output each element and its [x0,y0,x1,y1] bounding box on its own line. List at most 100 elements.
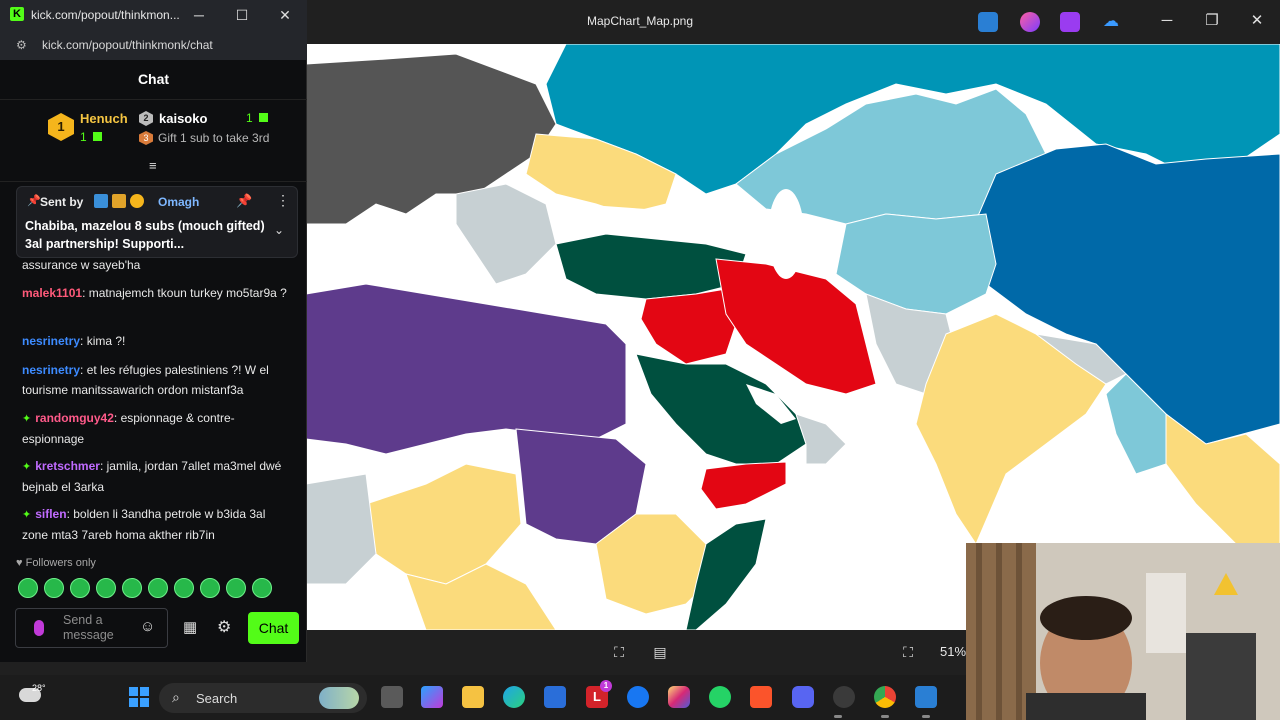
message-username[interactable]: randomguy42 [35,411,114,425]
minimize-icon[interactable]: ─ [189,5,209,25]
task-view-icon[interactable] [381,686,403,708]
leader-1-name[interactable]: Henuch [80,111,128,126]
emoji-icon[interactable]: ☺ [140,618,155,635]
photos-icon[interactable] [915,686,937,708]
gift-icon [259,113,269,122]
pinned-sent-by: Sent by [40,195,84,209]
running-indicator [834,715,842,718]
whatsapp-icon[interactable] [709,686,731,708]
emote-icon[interactable] [18,578,38,598]
subscriber-badge-icon: ✦ [22,461,32,473]
chat-message: malek1101: matnajemch tkoun turkey mo5ta… [22,286,287,300]
url-text[interactable]: kick.com/popout/thinkmonk/chat [42,38,213,52]
moderator-badge-icon [94,194,108,208]
emote-icon[interactable] [122,578,142,598]
message-username[interactable]: siflen [35,507,66,521]
crown-badge-icon [112,194,126,208]
chevron-down-icon[interactable]: ⌄ [274,223,284,237]
kick-chat-window: K kick.com/popout/thinkmon... ─ ☐ ✕ ⚙ ki… [0,0,307,662]
onedrive-icon[interactable]: ☁ [1101,12,1121,32]
pinned-username[interactable]: Omagh [158,195,199,209]
close-icon[interactable]: ✕ [275,5,295,25]
rank-2-badge-icon: 2 [139,111,153,126]
leader-2-count-value: 1 [246,111,253,125]
emote-icon[interactable] [96,578,116,598]
chat-message: nesrinetry: kima ?! [22,334,126,348]
facebook-icon[interactable] [627,686,649,708]
emote-icon[interactable] [70,578,90,598]
chrome-icon[interactable] [874,686,896,708]
emote-icon[interactable] [252,578,272,598]
fit-screen-icon[interactable]: ⛶ [898,642,918,662]
emote-icon[interactable] [200,578,220,598]
scan-icon[interactable]: ⛶ [609,642,629,662]
chat-window-title: kick.com/popout/thinkmon... [31,8,180,22]
emote-icon[interactable] [174,578,194,598]
zoom-level[interactable]: 51% [940,644,966,659]
microphone-icon[interactable] [34,620,44,636]
gift-icon [93,132,103,141]
search-icon: ⌕ [172,689,180,705]
minimize-icon[interactable]: ─ [1156,10,1178,32]
windows-start-icon[interactable] [129,687,149,707]
chat-message: ✦ kretschmer: jamila, jordan 7allet ma3me… [22,459,282,494]
site-settings-icon[interactable]: ⚙ [16,38,27,52]
chat-message-list: assurance w sayeb'ha malek1101: matnajem… [0,258,307,546]
store-icon[interactable]: ▦ [183,618,197,636]
running-indicator [922,715,930,718]
chat-message: nesrinetry: et les réfugies palestiniens… [22,363,269,397]
taskbar-search[interactable]: ⌕ Search [159,683,367,713]
message-username[interactable]: nesrinetry [22,363,80,377]
lenovo-app-icon[interactable]: L 1 [586,680,612,708]
leader-1-count-value: 1 [80,130,87,144]
expand-icon[interactable]: ≡ [149,158,157,173]
chat-message: ✦ randomguy42: espionnage & contre-espion… [22,411,235,446]
url-bar[interactable]: ⚙ kick.com/popout/thinkmonk/chat [0,30,307,60]
edit-app-icon[interactable] [978,12,998,32]
windows-taskbar: 28° ⌕ Search L 1 [0,675,966,720]
leader-2-count: 1 [246,111,269,125]
unpin-icon[interactable]: 📌 [236,193,252,209]
leader-2-name[interactable]: kaisoko [159,111,207,126]
more-options-icon[interactable]: ⋮ [276,192,290,209]
emote-icon[interactable] [148,578,168,598]
microsoft-store-icon[interactable] [544,686,566,708]
followers-only-notice: ♥ Followers only [16,557,96,569]
subscriber-badge-icon: ✦ [22,413,32,425]
message-username[interactable]: nesrinetry [22,334,80,348]
message-username[interactable]: malek1101 [22,286,82,300]
brave-icon[interactable] [750,686,772,708]
gift-prompt[interactable]: Gift 1 sub to take 3rd [158,131,269,145]
emote-icon[interactable] [226,578,246,598]
message-input[interactable]: Send a message ☺ [15,608,168,648]
close-icon[interactable]: ✕ [1246,10,1268,32]
chat-titlebar: K kick.com/popout/thinkmon... ─ ☐ ✕ [0,0,307,30]
emote-bar [16,578,296,600]
emote-icon[interactable] [44,578,64,598]
message-text: assurance w sayeb'ha [22,258,141,272]
pin-icon: 📌 [27,195,41,207]
designer-app-icon[interactable] [1020,12,1040,32]
chat-message: assurance w sayeb'ha [22,258,290,275]
send-chat-button[interactable]: Chat [248,612,299,644]
rank-1-badge-icon: 1 [48,113,74,141]
message-username[interactable]: kretschmer [35,459,100,473]
weather-temperature[interactable]: 28° [32,683,46,693]
subscriber-badge-icon: ✦ [22,509,32,521]
gifter-badge-icon [130,194,144,208]
message-input-placeholder[interactable]: Send a message [63,613,133,643]
gear-icon[interactable]: ⚙ [217,617,231,637]
restore-icon[interactable]: ❐ [1201,10,1223,32]
leader-1-count: 1 [80,130,103,144]
file-explorer-icon[interactable] [462,686,484,708]
followers-only-label: Followers only [25,557,96,569]
clipchamp-icon[interactable] [1060,12,1080,32]
edge-icon[interactable] [503,686,525,708]
text-select-icon[interactable]: ▤ [650,642,670,662]
microsoft-365-icon[interactable] [421,686,443,708]
obs-icon[interactable] [833,686,855,708]
maximize-icon[interactable]: ☐ [232,5,252,25]
instagram-icon[interactable] [668,686,690,708]
discord-icon[interactable] [792,686,814,708]
gift-leaderboard: 1 Henuch 1 2 kaisoko 1 3 Gift 1 sub to t… [0,100,307,182]
